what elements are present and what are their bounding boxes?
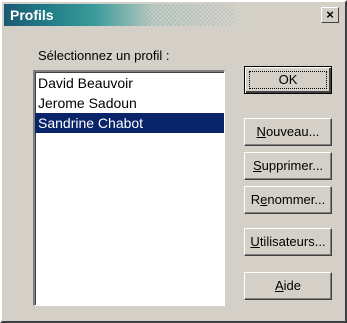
supprimer-button-label: Supprimer... (253, 158, 323, 173)
list-item-selected[interactable]: Sandrine Chabot (35, 113, 224, 133)
supprimer-mnemonic: S (252, 158, 262, 173)
renommer-rest: nommer... (267, 192, 326, 207)
window-title: Profils (10, 7, 54, 23)
utilisateurs-mnemonic: U (250, 234, 260, 249)
supprimer-button[interactable]: Supprimer... (244, 152, 332, 180)
aide-mnemonic: A (274, 278, 284, 293)
utilisateurs-rest: tilisateurs... (259, 234, 326, 249)
profile-listbox[interactable]: David Beauvoir Jerome Sadoun Sandrine Ch… (33, 70, 225, 306)
list-item[interactable]: David Beauvoir (35, 73, 224, 93)
ok-button[interactable]: OK (244, 66, 332, 94)
aide-button-label: Aide (275, 278, 301, 293)
renommer-pre: R (250, 192, 261, 207)
close-icon: × (326, 7, 334, 22)
aide-button[interactable]: Aide (244, 272, 332, 300)
nouveau-button[interactable]: Nouveau... (244, 118, 332, 146)
renommer-button[interactable]: Renommer... (244, 186, 332, 214)
nouveau-rest: ouveau... (265, 124, 320, 139)
profils-dialog: Profils × Sélectionnez un profil : David… (0, 0, 347, 323)
select-profile-label: Sélectionnez un profil : (38, 48, 170, 63)
list-item[interactable]: Jerome Sadoun (35, 93, 224, 113)
nouveau-button-label: Nouveau... (257, 124, 320, 139)
close-button[interactable]: × (321, 7, 339, 23)
utilisateurs-button[interactable]: Utilisateurs... (244, 228, 332, 256)
supprimer-rest: upprimer... (261, 158, 324, 173)
title-bar[interactable]: Profils × (4, 4, 343, 26)
ok-button-label: OK (278, 72, 298, 87)
title-bar-texture (144, 4, 234, 26)
renommer-button-label: Renommer... (251, 192, 325, 207)
aide-rest: ide (283, 278, 302, 293)
utilisateurs-button-label: Utilisateurs... (250, 234, 325, 249)
nouveau-mnemonic: N (256, 124, 266, 139)
